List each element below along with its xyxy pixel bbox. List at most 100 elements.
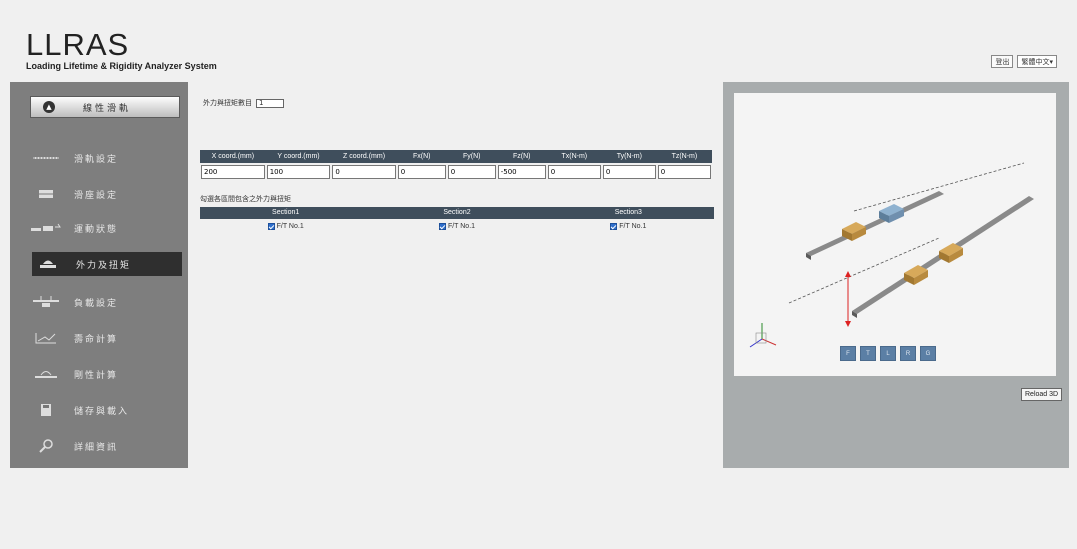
table-header: Z coord.(mm) <box>331 150 397 163</box>
life-icon <box>30 332 62 344</box>
section-item-label: F/T No.1 <box>276 222 304 230</box>
table-header: Fz(N) <box>496 150 547 163</box>
logo-subtitle: Loading Lifetime & Rigidity Analyzer Sys… <box>26 61 217 71</box>
search-icon <box>30 439 62 453</box>
logout-button[interactable]: 登出 <box>991 55 1014 68</box>
load-icon <box>30 295 62 309</box>
sidebar-item-label: 詳細資訊 <box>74 442 119 453</box>
language-select[interactable]: 繁體中文▾ <box>1017 55 1057 68</box>
section-item-label: F/T No.1 <box>447 222 476 230</box>
force-arrow <box>845 271 851 327</box>
3d-viewport[interactable]: F T L R G <box>734 93 1056 376</box>
z-coord-input[interactable] <box>332 164 396 179</box>
table-cell <box>657 163 712 180</box>
section-item-label: F/T No.1 <box>619 222 647 230</box>
axis-gizmo-icon <box>749 323 777 348</box>
rigidity-icon <box>30 367 62 381</box>
section-header: Section3 <box>614 209 642 216</box>
force-count-label: 外力與扭矩數目 <box>203 99 252 107</box>
sidebar-item-block[interactable]: 滑座設定 <box>30 182 180 206</box>
sidebar-header-label: 線性滑軌 <box>83 103 132 114</box>
ty-input[interactable] <box>602 164 656 179</box>
section-header: Section2 <box>443 209 471 216</box>
table-cell <box>497 163 547 180</box>
force-icon <box>32 257 64 271</box>
table-cell <box>547 163 602 180</box>
sidebar-item-life[interactable]: 壽命計算 <box>30 326 180 350</box>
force-count-input[interactable]: 1 <box>256 98 284 108</box>
tz-input[interactable] <box>657 164 711 179</box>
table-cell <box>200 163 266 180</box>
sidebar-item-load[interactable]: 負載設定 <box>30 290 180 314</box>
sidebar-item-rail[interactable]: 滑軌設定 <box>30 146 180 170</box>
rail-icon <box>30 155 62 161</box>
table-cell <box>447 163 497 180</box>
table-header: Tz(N-m) <box>656 150 712 163</box>
reload-3d-button[interactable]: Reload 3D <box>1021 388 1063 401</box>
sidebar-item-label: 壽命計算 <box>74 334 119 345</box>
sidebar-item-force[interactable]: 外力及扭矩 <box>32 252 182 276</box>
sidebar-item-label: 外力及扭矩 <box>76 260 132 271</box>
section-header: Section1 <box>272 209 300 216</box>
view-front-button[interactable]: F <box>840 346 856 361</box>
sidebar-item-label: 儲存與載入 <box>74 406 130 417</box>
view-top-button[interactable]: T <box>860 346 876 361</box>
sidebar-header-button[interactable]: ▲ 線性滑軌 <box>30 96 180 118</box>
section1-checkbox[interactable] <box>267 222 275 230</box>
sections-title: 勾選各區間包含之外力與扭矩 <box>200 195 291 203</box>
table-header: Ty(N-m) <box>601 150 657 163</box>
sidebar-item-detail[interactable]: 詳細資訊 <box>30 434 180 458</box>
top-controls: 登出 繁體中文▾ <box>991 55 1057 68</box>
sidebar-item-label: 負載設定 <box>74 298 119 309</box>
app-logo: LLRAS Loading Lifetime & Rigidity Analyz… <box>26 27 217 71</box>
chevron-up-icon: ▲ <box>43 101 55 113</box>
table-header: Fy(N) <box>446 150 497 163</box>
sidebar-item-label: 剛性計算 <box>74 370 119 381</box>
sidebar-item-label: 滑座設定 <box>74 190 119 201</box>
view-right-button[interactable]: R <box>900 346 916 361</box>
sidebar-item-motion[interactable]: 運動狀態 <box>30 216 180 240</box>
sidebar-item-save[interactable]: 儲存與載入 <box>30 398 180 422</box>
view-left-button[interactable]: L <box>880 346 896 361</box>
x-coord-input[interactable] <box>201 164 265 179</box>
y-coord-input[interactable] <box>266 164 331 179</box>
view-general-button[interactable]: G <box>920 346 936 361</box>
force-table: X coord.(mm) Y coord.(mm) Z coord.(mm) F… <box>200 150 712 180</box>
logo-title: LLRAS <box>26 27 130 62</box>
sidebar-item-rigidity[interactable]: 剛性計算 <box>30 362 180 386</box>
table-cell <box>397 163 447 180</box>
viewer-panel: F T L R G Reload 3D <box>723 82 1069 468</box>
table-header-row: X coord.(mm) Y coord.(mm) Z coord.(mm) F… <box>200 150 712 163</box>
page: LLRAS Loading Lifetime & Rigidity Analyz… <box>0 0 1077 549</box>
fy-input[interactable] <box>447 164 496 179</box>
fx-input[interactable] <box>397 164 446 179</box>
3d-scene <box>749 162 1034 348</box>
sections-row: F/T No.1 F/T No.1 F/T No.1 <box>200 220 714 232</box>
table-cell <box>602 163 657 180</box>
tx-input[interactable] <box>547 164 601 179</box>
table-header: Y coord.(mm) <box>265 150 332 163</box>
motion-icon <box>30 223 62 233</box>
block-icon <box>30 189 62 199</box>
table-cell <box>331 163 396 180</box>
section2-checkbox[interactable] <box>438 222 446 230</box>
centerline <box>853 162 1025 212</box>
rail-1 <box>806 191 944 256</box>
table-header: Fx(N) <box>396 150 447 163</box>
view-buttons: F T L R G <box>840 346 936 361</box>
table-row <box>200 163 712 180</box>
section-cell: F/T No.1 <box>371 220 542 232</box>
sidebar-item-label: 滑軌設定 <box>74 154 119 165</box>
sidebar: ▲ 線性滑軌 滑軌設定 滑座設定 運動狀態 外力及扭矩 負載設定 壽命計算 剛性… <box>10 82 188 468</box>
sidebar-item-label: 運動狀態 <box>74 224 119 235</box>
save-icon <box>30 403 62 417</box>
sections-header: Section1 Section2 Section3 <box>200 207 714 219</box>
section-cell: F/T No.1 <box>200 220 371 232</box>
table-header: Tx(N-m) <box>546 150 602 163</box>
table-header: X coord.(mm) <box>200 150 266 163</box>
section3-checkbox[interactable] <box>610 222 618 230</box>
fz-input[interactable] <box>497 164 546 179</box>
section-cell: F/T No.1 <box>543 220 714 232</box>
table-cell <box>266 163 332 180</box>
force-count-row: 外力與扭矩數目 1 <box>203 98 284 108</box>
